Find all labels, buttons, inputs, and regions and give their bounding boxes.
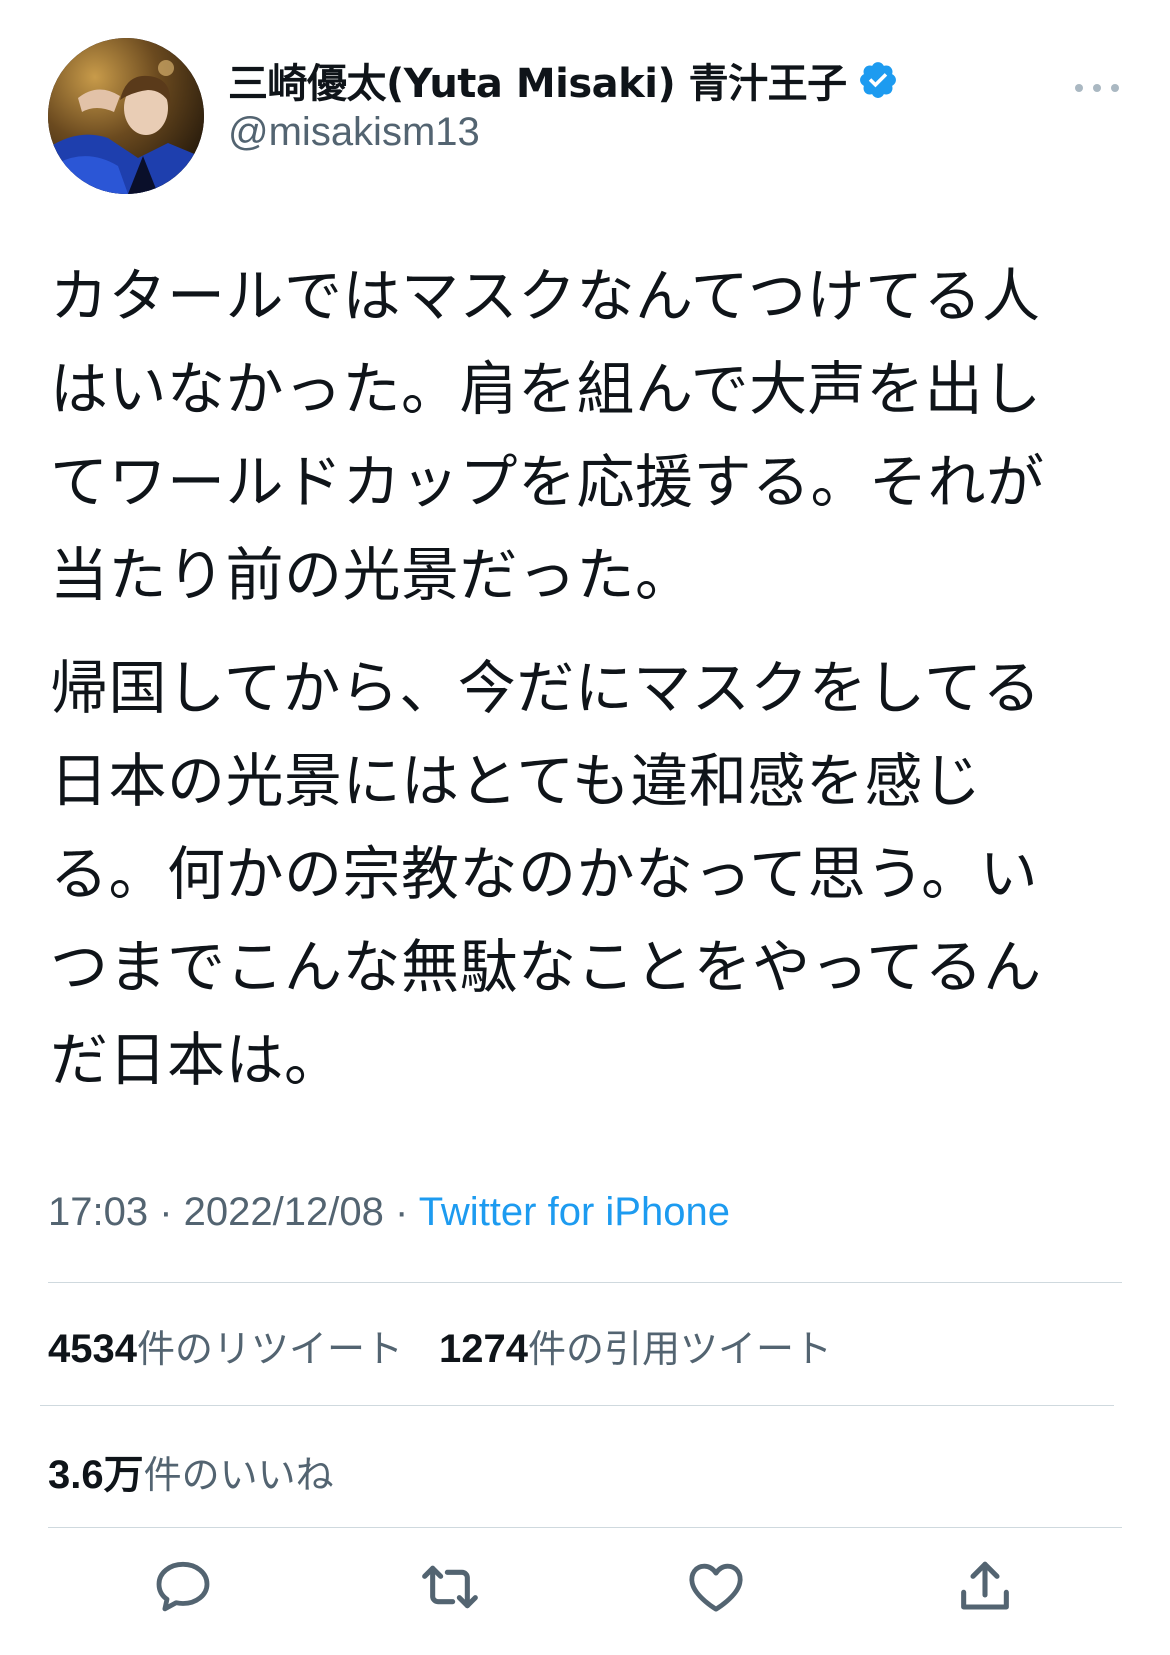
- tweet-source-link[interactable]: Twitter for iPhone: [419, 1190, 730, 1234]
- avatar[interactable]: [48, 38, 204, 194]
- tweet-meta: 17:03 · 2022/12/08 · Twitter for iPhone: [48, 1190, 730, 1235]
- tweet-text: カタールではマスクなんてつけてる人 はいなかった。肩を組んで大声を出し てワール…: [50, 250, 1130, 1107]
- divider: [40, 1405, 1114, 1406]
- like-icon[interactable]: [681, 1552, 751, 1622]
- verified-badge-icon: [857, 59, 899, 101]
- tweet-text-line: てワールドカップを応援する。それが: [50, 448, 1045, 516]
- tweet-text-line: 帰国してから、今だにマスクをしてる: [50, 654, 1042, 722]
- retweets-stat[interactable]: 4534件のリツイート: [48, 1318, 403, 1373]
- likes-count: 3.6万: [48, 1453, 144, 1497]
- retweets-label: 件のリツイート: [136, 1327, 403, 1371]
- tweet-text-line: る。何かの宗教なのかなって思う。い: [50, 840, 1039, 908]
- tweet-text-line: 当たり前の光景だった。: [50, 541, 694, 609]
- tweet-text-line: だ日本は。: [50, 1026, 343, 1094]
- likes-stats: 3.6万件のいいね: [48, 1442, 370, 1500]
- author-handle[interactable]: @misakism13: [228, 110, 899, 155]
- tweet-text-line: つまでこんな無駄なことをやってるん: [50, 933, 1042, 1001]
- tweet-text-line: はいなかった。肩を組んで大声を出し: [50, 355, 1042, 423]
- likes-stat[interactable]: 3.6万件のいいね: [48, 1442, 334, 1500]
- quotes-label: 件の引用ツイート: [527, 1327, 832, 1371]
- engagement-stats: 4534件のリツイート 1274件の引用ツイート: [48, 1318, 868, 1373]
- likes-label: 件のいいね: [143, 1453, 334, 1497]
- author-display-name[interactable]: 三崎優太(Yuta Misaki) 青汁王子: [228, 51, 847, 109]
- tweet-detail: 三崎優太(Yuta Misaki) 青汁王子 @misakism13 カタールで…: [0, 0, 1170, 1655]
- tweet-date[interactable]: 2022/12/08: [184, 1190, 384, 1234]
- meta-separator: ·: [383, 1190, 419, 1234]
- quotes-stat[interactable]: 1274件の引用ツイート: [439, 1318, 832, 1373]
- reply-icon[interactable]: [148, 1552, 218, 1622]
- divider: [48, 1282, 1122, 1283]
- tweet-time: 17:03: [48, 1190, 149, 1234]
- divider: [48, 1527, 1122, 1528]
- tweet-text-line: カタールではマスクなんてつけてる人: [50, 262, 1041, 330]
- tweet-header: 三崎優太(Yuta Misaki) 青汁王子 @misakism13: [48, 38, 1122, 194]
- retweet-icon[interactable]: [415, 1552, 485, 1622]
- share-icon[interactable]: [950, 1552, 1020, 1622]
- retweets-count: 4534: [48, 1327, 137, 1371]
- meta-separator: ·: [148, 1190, 184, 1234]
- more-options-icon[interactable]: [1072, 78, 1122, 98]
- tweet-text-line: 日本の光景にはとても違和感を感じ: [50, 747, 982, 815]
- author-names: 三崎優太(Yuta Misaki) 青汁王子 @misakism13: [228, 50, 899, 155]
- quotes-count: 1274: [439, 1327, 528, 1371]
- action-bar: [0, 1552, 1170, 1622]
